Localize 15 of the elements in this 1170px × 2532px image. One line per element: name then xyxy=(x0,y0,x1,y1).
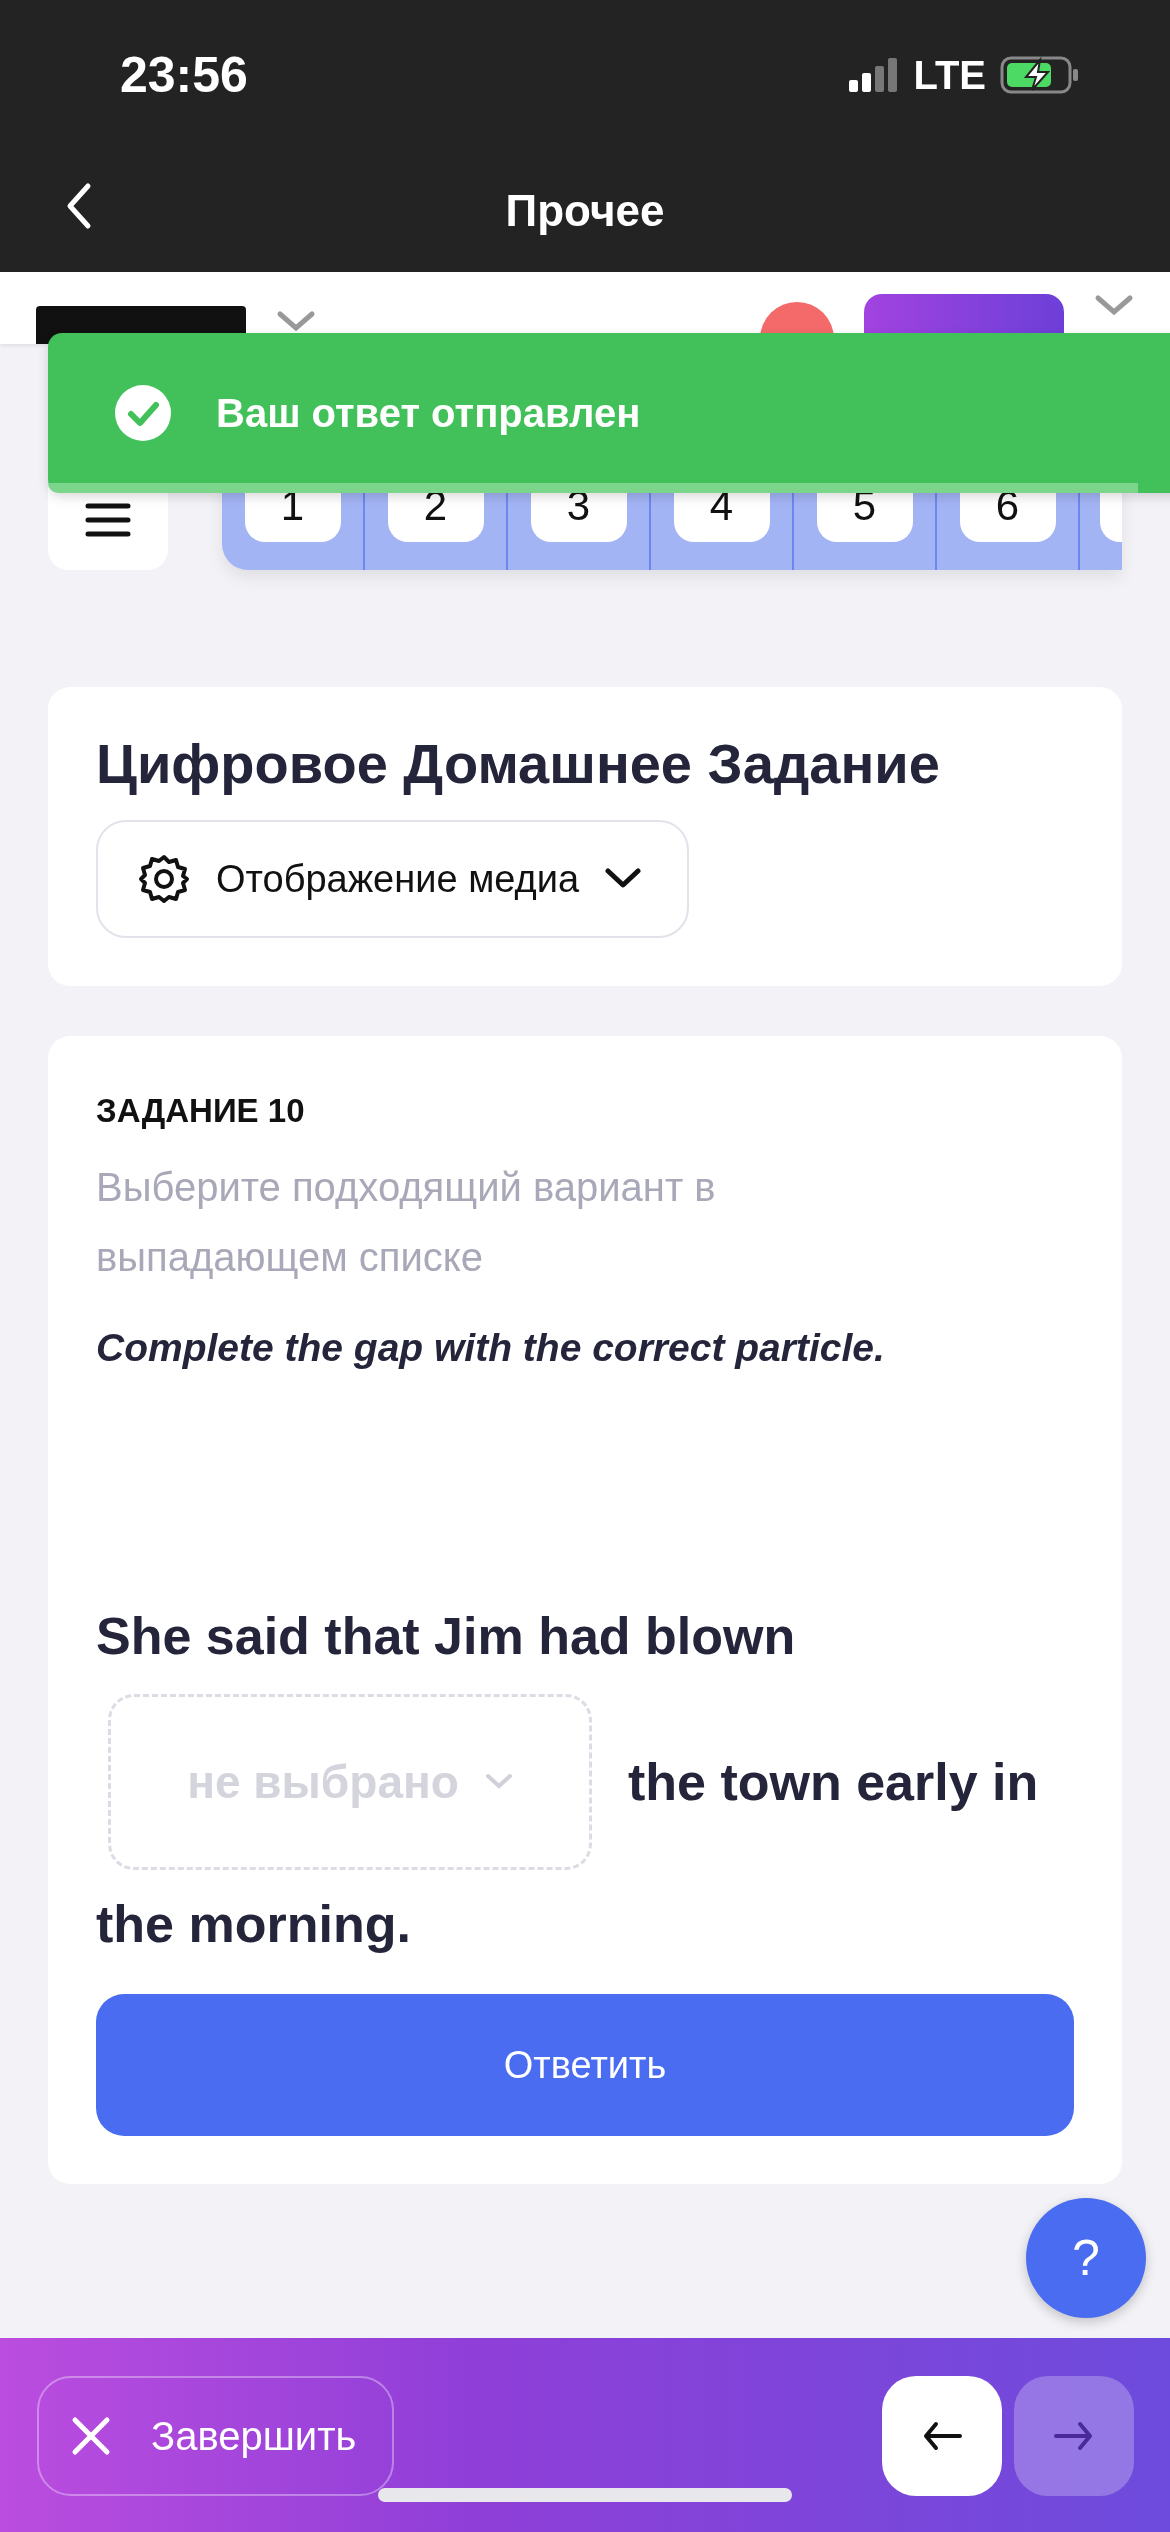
card-title: Цифровое Домашнее Задание xyxy=(96,731,941,796)
sentence-text: She said that Jim had blown xyxy=(96,1606,796,1667)
finish-button[interactable]: Завершить xyxy=(37,2376,395,2496)
sentence-text: the morning. xyxy=(96,1894,411,1955)
status-time: 23:56 xyxy=(120,46,248,104)
sentence-text: the town early in xyxy=(628,1752,1039,1813)
task-instruction: Выберите подходящий вариант в выпадающем списке xyxy=(96,1164,717,1281)
media-dropdown[interactable]: Отображение медиа xyxy=(96,820,690,938)
help-button[interactable]: ? xyxy=(1026,2198,1146,2318)
nav-title: Прочее xyxy=(505,186,665,236)
submit-button[interactable]: Ответить xyxy=(96,1994,1074,2136)
network-label: LTE xyxy=(913,52,986,98)
task-number: ЗАДАНИЕ 10 xyxy=(96,1092,306,1130)
task-prompt: Complete the gap with the correct particle. xyxy=(96,1326,886,1370)
toast-message: Ваш ответ отправлен xyxy=(216,390,641,436)
